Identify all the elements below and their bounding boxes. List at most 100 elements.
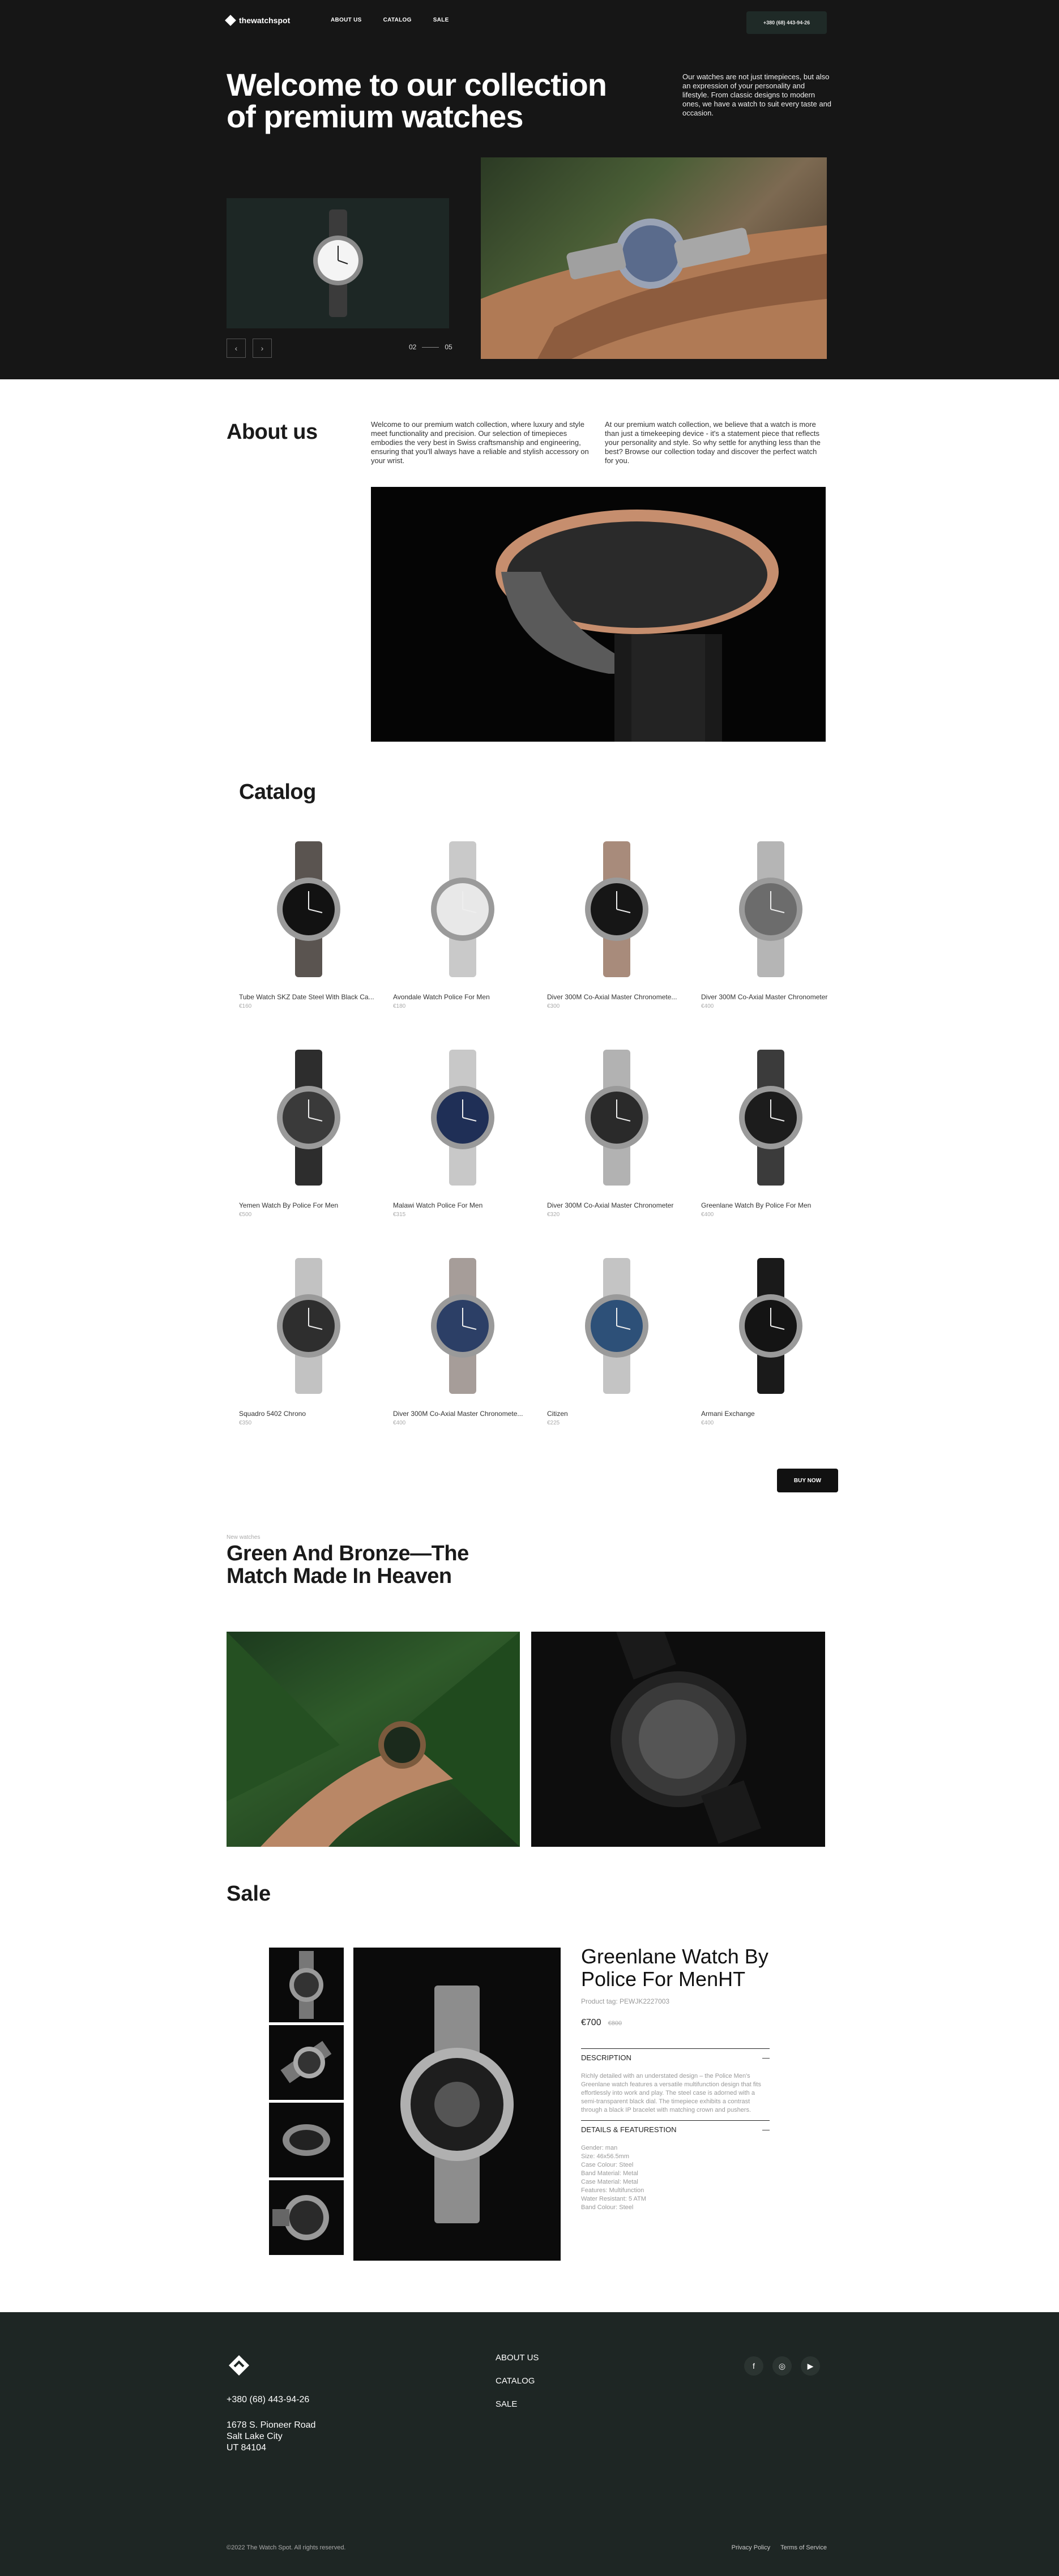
footer-phone[interactable]: +380 (68) 443-94-26: [227, 2395, 309, 2405]
sale-product-info: Greenlane Watch By Police For MenHT Prod…: [581, 1945, 770, 2212]
sale-thumbnail-2[interactable]: [269, 2025, 344, 2100]
spec-line: Band Material: Metal: [581, 2170, 638, 2177]
slide-counter: 02 05: [409, 343, 452, 351]
description-label: DESCRIPTION: [581, 2053, 631, 2062]
product-image[interactable]: [239, 836, 378, 983]
address-line: 1678 S. Pioneer Road: [227, 2420, 316, 2430]
product-card[interactable]: Diver 300M Co-Axial Master Chronomete...…: [393, 1252, 532, 1461]
phone-button[interactable]: +380 (68) 443-94-26: [746, 11, 827, 34]
footer-logo[interactable]: [227, 2353, 251, 2381]
footer-link-catalog[interactable]: CATALOG: [496, 2376, 539, 2386]
address-line: UT 84104: [227, 2443, 266, 2453]
nav-link-about[interactable]: ABOUT US: [331, 17, 362, 23]
product-name[interactable]: Avondale Watch Police For Men: [393, 993, 532, 1001]
product-name[interactable]: Citizen: [547, 1410, 686, 1418]
nav-link-catalog[interactable]: CATALOG: [383, 17, 412, 23]
product-card[interactable]: Yemen Watch By Police For Men €500: [239, 1044, 378, 1252]
product-name[interactable]: Diver 300M Co-Axial Master Chronometer: [547, 1201, 686, 1209]
sale-thumbnail-4[interactable]: [269, 2180, 344, 2255]
logo-icon: [229, 2355, 249, 2376]
privacy-policy-link[interactable]: Privacy Policy: [732, 2544, 770, 2551]
description-accordion-toggle[interactable]: DESCRIPTION —: [581, 2048, 770, 2062]
spec-line: Gender: man: [581, 2145, 618, 2151]
product-name[interactable]: Tube Watch SKZ Date Steel With Black Ca.…: [239, 993, 378, 1001]
product-image[interactable]: [239, 1044, 378, 1191]
sale-price: €700: [581, 2018, 601, 2027]
hero-slide-thumbnail[interactable]: [227, 198, 449, 328]
logo-icon: [225, 15, 236, 26]
product-name[interactable]: Yemen Watch By Police For Men: [239, 1201, 378, 1209]
slide-total: 05: [445, 343, 452, 351]
product-card[interactable]: Tube Watch SKZ Date Steel With Black Ca.…: [239, 836, 378, 1044]
product-card[interactable]: Diver 300M Co-Axial Master Chronometer €3…: [547, 1044, 686, 1252]
buy-now-button[interactable]: BUY NOW: [777, 1469, 838, 1492]
promo-title: Green And Bronze—The Match Made In Heave…: [227, 1542, 469, 1588]
details-accordion-toggle[interactable]: DETAILS & FEATURESTION —: [581, 2120, 770, 2134]
product-name[interactable]: Greenlane Watch By Police For Men: [701, 1201, 840, 1209]
product-image[interactable]: [547, 1044, 686, 1191]
product-name[interactable]: Malawi Watch Police For Men: [393, 1201, 532, 1209]
product-name[interactable]: Armani Exchange: [701, 1410, 840, 1418]
footer-link-sale[interactable]: SALE: [496, 2399, 539, 2409]
product-price: €160: [239, 1003, 252, 1009]
details-specs: Gender: man Size: 46x56.5mm Case Colour: S…: [581, 2144, 770, 2212]
chevron-right-icon: ›: [261, 344, 264, 353]
promo-kicker: New watches: [227, 1534, 261, 1541]
product-price: €400: [701, 1212, 714, 1218]
product-image[interactable]: [393, 1044, 532, 1191]
product-image[interactable]: [547, 1252, 686, 1400]
slider-next-button[interactable]: ›: [253, 339, 272, 358]
sale-thumbnail-1[interactable]: [269, 1948, 344, 2022]
nav-link-sale[interactable]: SALE: [433, 17, 449, 23]
spec-line: Band Colour: Steel: [581, 2204, 634, 2211]
product-name[interactable]: Diver 300M Co-Axial Master Chronomete...: [393, 1410, 532, 1418]
about-paragraph-1: Welcome to our premium watch collection,…: [371, 420, 589, 465]
product-card[interactable]: Diver 300M Co-Axial Master Chronomete...…: [547, 836, 686, 1044]
product-image[interactable]: [239, 1252, 378, 1400]
product-card[interactable]: Greenlane Watch By Police For Men €400: [701, 1044, 840, 1252]
brand-logo[interactable]: thewatchspot: [225, 15, 290, 26]
product-card[interactable]: Malawi Watch Police For Men €315: [393, 1044, 532, 1252]
terms-of-service-link[interactable]: Terms of Service: [780, 2544, 827, 2551]
product-image[interactable]: [701, 1044, 840, 1191]
product-card[interactable]: Squadro 5402 Chrono €350: [239, 1252, 378, 1461]
product-image[interactable]: [393, 836, 532, 983]
footer: +380 (68) 443-94-26 1678 S. Pioneer Road…: [0, 2312, 1059, 2576]
product-card[interactable]: Citizen €225: [547, 1252, 686, 1461]
product-price: €500: [239, 1212, 252, 1218]
youtube-icon[interactable]: ▶: [801, 2356, 820, 2376]
product-name[interactable]: Squadro 5402 Chrono: [239, 1410, 378, 1418]
hero-title: Welcome to our collection of premium wat…: [227, 67, 607, 134]
details-label: DETAILS & FEATURESTION: [581, 2125, 677, 2134]
hero-slide-image: [481, 157, 827, 359]
footer-links: ABOUT US CATALOG SALE: [496, 2353, 539, 2409]
slider-prev-button[interactable]: ‹: [227, 339, 246, 358]
catalog-title: Catalog: [239, 780, 316, 804]
instagram-icon[interactable]: ◎: [772, 2356, 792, 2376]
product-card[interactable]: Avondale Watch Police For Men €180: [393, 836, 532, 1044]
product-card[interactable]: Diver 300M Co-Axial Master Chronometer €4…: [701, 836, 840, 1044]
facebook-icon[interactable]: f: [744, 2356, 763, 2376]
address-line: Salt Lake City: [227, 2432, 283, 2441]
product-price: €350: [239, 1420, 252, 1426]
sale-thumbnail-3[interactable]: [269, 2103, 344, 2177]
product-price: €300: [547, 1003, 560, 1009]
slide-progress-divider: [422, 346, 439, 348]
sale-product-name: Greenlane Watch By Police For MenHT: [581, 1945, 768, 1991]
slide-current: 02: [409, 343, 417, 351]
product-image[interactable]: [701, 1252, 840, 1400]
product-price: €180: [393, 1003, 406, 1009]
product-image[interactable]: [701, 836, 840, 983]
footer-link-about[interactable]: ABOUT US: [496, 2353, 539, 2363]
product-price: €400: [393, 1420, 406, 1426]
product-name[interactable]: Diver 300M Co-Axial Master Chronomete...: [547, 993, 686, 1001]
collapse-icon: —: [762, 2053, 770, 2062]
hero-copy: Our watches are not just timepieces, but…: [682, 72, 832, 117]
product-name[interactable]: Diver 300M Co-Axial Master Chronometer: [701, 993, 840, 1001]
promo-image-left: [227, 1632, 520, 1847]
about-image: [371, 487, 826, 742]
product-image[interactable]: [393, 1252, 532, 1400]
product-image[interactable]: [547, 836, 686, 983]
product-card[interactable]: Armani Exchange €400: [701, 1252, 840, 1461]
spec-line: Case Colour: Steel: [581, 2162, 634, 2168]
